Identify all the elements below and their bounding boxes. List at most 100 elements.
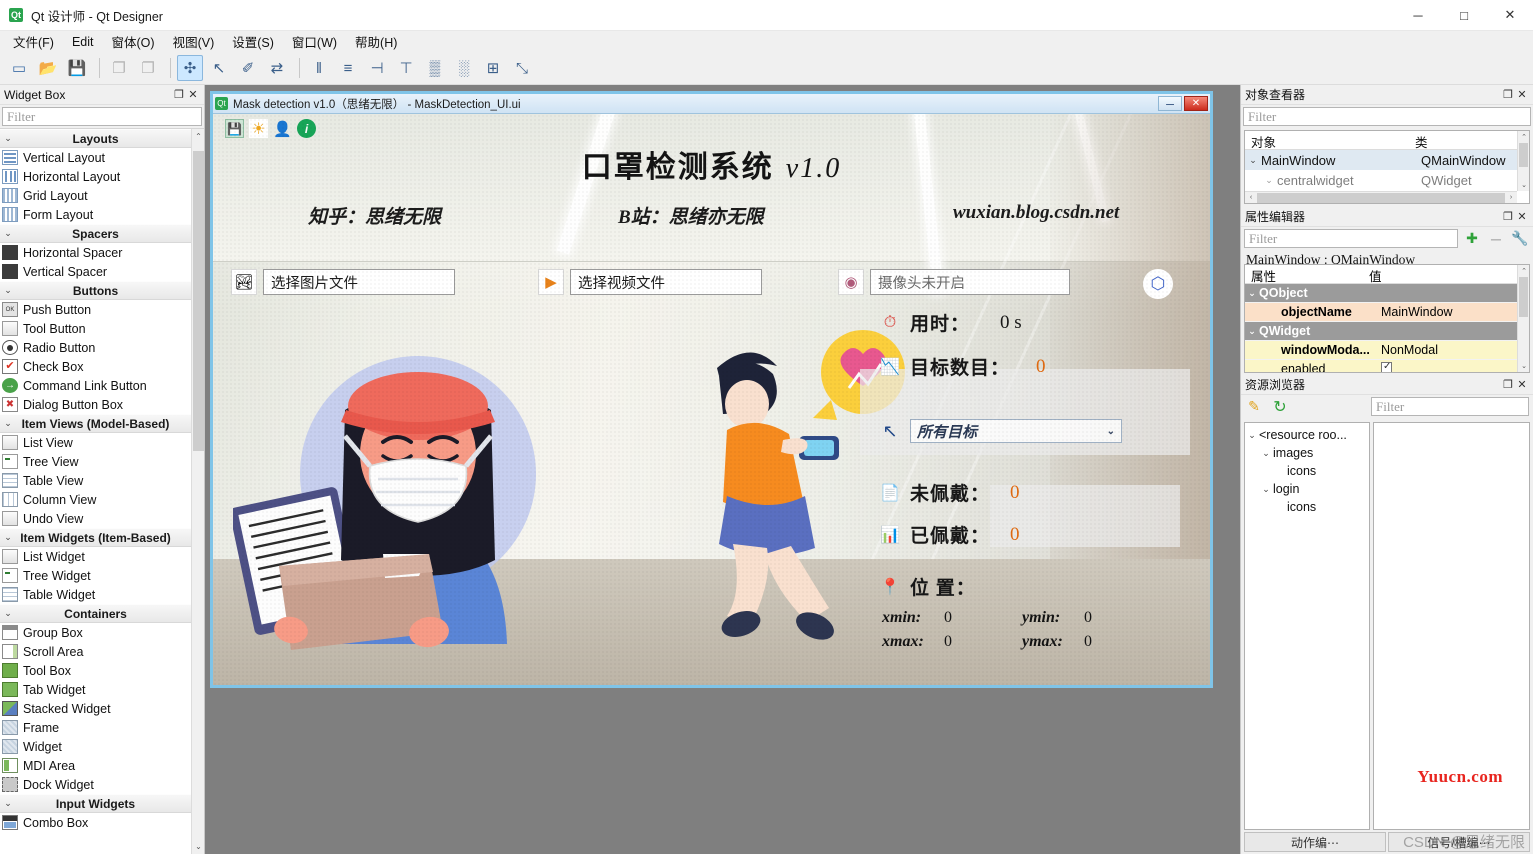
chevron-down-icon[interactable]: ⌄ (0, 285, 16, 296)
chevron-down-icon[interactable]: ⌄ (0, 133, 16, 144)
chevron-down-icon[interactable]: ⌄ (1259, 484, 1273, 495)
widget-item-tool-button[interactable]: Tool Button (0, 319, 191, 338)
widget-item-scroll-area[interactable]: Scroll Area (0, 642, 191, 661)
new-form-icon[interactable]: ▭ (6, 55, 32, 81)
widget-category-item-views-model-based[interactable]: ⌄ Item Views (Model-Based) (0, 414, 191, 433)
widget-category-layouts[interactable]: ⌄ Layouts (0, 129, 191, 148)
user-icon[interactable]: 👤 (273, 119, 292, 138)
widget-item-stacked-widget[interactable]: Stacked Widget (0, 699, 191, 718)
scrollbar-thumb[interactable] (1519, 277, 1528, 317)
layout-horizontally-icon[interactable]: ‖ (306, 55, 332, 81)
close-icon[interactable]: ✕ (1515, 210, 1529, 223)
widget-category-item-widgets-item-based[interactable]: ⌄ Item Widgets (Item-Based) (0, 528, 191, 547)
property-row[interactable]: enabled (1245, 360, 1529, 372)
close-icon[interactable]: ✕ (1515, 378, 1529, 391)
resource-tree-node[interactable]: ⌄ login (1245, 480, 1369, 498)
scroll-up-icon[interactable]: ⌃ (1518, 131, 1529, 143)
widget-item-push-button[interactable]: OK Push Button (0, 300, 191, 319)
chevron-down-icon[interactable]: ⌄ (0, 418, 16, 429)
widget-category-spacers[interactable]: ⌄ Spacers (0, 224, 191, 243)
edit-tab-order-icon[interactable]: ⇄ (264, 55, 290, 81)
settings-sun-icon[interactable]: ☀ (249, 119, 268, 138)
resource-tree-node[interactable]: ⌄ images (1245, 444, 1369, 462)
resource-tree[interactable]: ⌄ <resource roo... ⌄ images icons ⌄ login icons (1244, 422, 1370, 830)
menu-form[interactable]: 窗体(O) (103, 30, 164, 53)
chevron-down-icon[interactable]: ⌄ (0, 532, 16, 543)
form-minimize-button[interactable]: ─ (1158, 96, 1182, 111)
info-icon[interactable]: i (297, 119, 316, 138)
widget-item-command-link-button[interactable]: → Command Link Button (0, 376, 191, 395)
widget-item-vertical-layout[interactable]: Vertical Layout (0, 148, 191, 167)
menu-file[interactable]: 文件(F) (4, 30, 63, 53)
widget-item-form-layout[interactable]: Form Layout (0, 205, 191, 224)
widget-item-frame[interactable]: Frame (0, 718, 191, 737)
scrollbar-thumb[interactable] (1257, 192, 1505, 203)
widget-box-filter-input[interactable]: Filter (2, 107, 202, 126)
table-row[interactable]: ⌄ MainWindow QMainWindow (1245, 150, 1529, 170)
scroll-down-icon[interactable]: ⌄ (1518, 179, 1529, 191)
widget-item-list-widget[interactable]: List Widget (0, 547, 191, 566)
undock-icon[interactable]: ❐ (172, 88, 186, 101)
object-inspector-hscrollbar[interactable]: ‹ › (1245, 191, 1517, 203)
property-row[interactable]: windowModa... NonModal (1245, 341, 1529, 360)
layout-vertically-icon[interactable]: ≡ (335, 55, 361, 81)
menu-window[interactable]: 窗口(W) (283, 30, 346, 53)
undo-icon[interactable]: ❐ (106, 55, 132, 81)
image-icon[interactable]: 🏞 (231, 269, 257, 295)
chevron-down-icon[interactable]: ⌄ (1245, 288, 1259, 299)
property-row[interactable]: ⌄ QObject (1245, 284, 1529, 303)
video-icon[interactable]: ▶ (538, 269, 564, 295)
scroll-right-icon[interactable]: › (1505, 192, 1517, 204)
layout-grid-icon[interactable]: ▒ (422, 55, 448, 81)
open-form-icon[interactable]: 📂 (35, 55, 61, 81)
widget-item-undo-view[interactable]: Undo View (0, 509, 191, 528)
save-icon[interactable]: 💾 (225, 119, 244, 138)
widget-item-table-widget[interactable]: Table Widget (0, 585, 191, 604)
chevron-down-icon[interactable]: ⌄ (0, 798, 16, 809)
property-editor-filter-input[interactable]: Filter (1244, 229, 1458, 248)
scrollbar-thumb[interactable] (1519, 143, 1528, 167)
close-button[interactable]: ✕ (1487, 0, 1533, 31)
scroll-up-icon[interactable]: ⌃ (1518, 265, 1529, 277)
widget-box-scrollbar[interactable]: ⌃ ⌄ (191, 129, 204, 854)
object-inspector-table[interactable]: 对象 类 ⌄ MainWindow QMainWindow ⌄ centralw… (1244, 130, 1530, 204)
resource-tree-node[interactable]: icons (1245, 462, 1369, 480)
resource-browser-filter-input[interactable]: Filter (1371, 397, 1529, 416)
form-close-button[interactable]: ✕ (1184, 96, 1208, 111)
adjust-size-icon[interactable]: ⤡ (509, 55, 535, 81)
edit-resources-icon[interactable]: ✎ (1245, 398, 1263, 416)
property-editor-scrollbar[interactable]: ⌃ ⌄ (1517, 265, 1529, 372)
widget-item-mdi-area[interactable]: MDI Area (0, 756, 191, 775)
widget-item-table-view[interactable]: Table View (0, 471, 191, 490)
property-row[interactable]: objectName MainWindow (1245, 303, 1529, 322)
design-canvas[interactable]: Qt Mask detection v1.0（思绪无限） - MaskDetec… (205, 85, 1240, 854)
menu-view[interactable]: 视图(V) (164, 30, 224, 53)
widget-item-tree-view[interactable]: Tree View (0, 452, 191, 471)
widget-category-buttons[interactable]: ⌄ Buttons (0, 281, 191, 300)
widget-item-dock-widget[interactable]: Dock Widget (0, 775, 191, 794)
menu-help[interactable]: 帮助(H) (346, 30, 406, 53)
tab-action-editor[interactable]: 动作编⋯ (1244, 832, 1386, 852)
minimize-button[interactable]: ─ (1395, 0, 1441, 31)
widget-category-input-widgets[interactable]: ⌄ Input Widgets (0, 794, 191, 813)
camera-icon[interactable]: ◉ (838, 269, 864, 295)
scrollbar-thumb[interactable] (193, 151, 204, 451)
undock-icon[interactable]: ❐ (1501, 210, 1515, 223)
maximize-button[interactable]: □ (1441, 0, 1487, 31)
widget-item-horizontal-layout[interactable]: Horizontal Layout (0, 167, 191, 186)
object-inspector-filter-input[interactable]: Filter (1243, 107, 1531, 126)
edit-signals-slots-icon[interactable]: ↖ (206, 55, 232, 81)
scroll-up-icon[interactable]: ⌃ (192, 129, 204, 144)
widget-item-check-box[interactable]: ✔ Check Box (0, 357, 191, 376)
property-value[interactable] (1377, 361, 1529, 372)
widget-item-grid-layout[interactable]: Grid Layout (0, 186, 191, 205)
chevron-down-icon[interactable]: ⌄ (1107, 426, 1115, 437)
select-video-file-input[interactable]: 选择视频文件 (570, 269, 762, 295)
undock-icon[interactable]: ❐ (1501, 378, 1515, 391)
widget-item-tree-widget[interactable]: Tree Widget (0, 566, 191, 585)
widget-item-column-view[interactable]: Column View (0, 490, 191, 509)
select-image-file-input[interactable]: 选择图片文件 (263, 269, 455, 295)
property-editor-table[interactable]: 属性 值 ⌄ QObject objectName MainWindow ⌄ QWidge… (1244, 264, 1530, 373)
property-row[interactable]: ⌄ QWidget (1245, 322, 1529, 341)
widget-item-vertical-spacer[interactable]: Vertical Spacer (0, 262, 191, 281)
